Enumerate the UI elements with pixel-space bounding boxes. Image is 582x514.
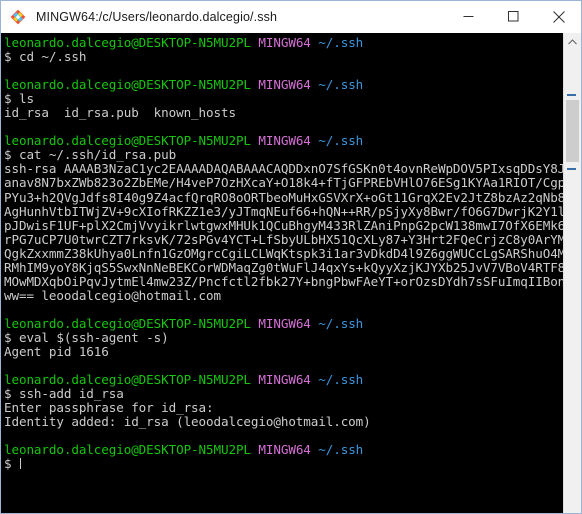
output-text: anav8N7bxZWb823o2ZbEMe/H4veP7OzHXcaY+O18… bbox=[4, 175, 563, 191]
prompt-shell: MINGW64 bbox=[258, 372, 311, 388]
terminal-output-line: QgkZxxmmZ38kUhya0Lnfn1GzOMgrcCgiLCLWqKts… bbox=[4, 245, 563, 261]
output-text: AgHunhVtbITWjZV+9cXIofRKZZ1e3/yJTmqNEuf6… bbox=[4, 203, 563, 219]
terminal-output-line: Identity added: id_rsa (leoodalcegio@hot… bbox=[4, 415, 563, 429]
terminal-command-line: $ eval $(ssh-agent -s) bbox=[4, 329, 563, 345]
terminal-output-line: rPG7uCP7U0twrCZT7rksvK/72sPGv4YCT+LfSbyU… bbox=[4, 231, 563, 247]
terminal-command-line: $ ssh-add id_rsa bbox=[4, 387, 563, 401]
minimize-button[interactable] bbox=[446, 1, 491, 32]
prompt-path: ~/.ssh bbox=[318, 315, 364, 331]
command-text: $ cat ~/.ssh/id_rsa.pub bbox=[4, 147, 177, 163]
terminal-prompt-line: leonardo.dalcegio@DESKTOP-N5MU2PL MINGW6… bbox=[4, 78, 563, 92]
scroll-up-arrow[interactable] bbox=[564, 33, 581, 50]
prompt-shell: MINGW64 bbox=[258, 442, 311, 458]
prompt-user-host: leonardo.dalcegio@DESKTOP-N5MU2PL bbox=[4, 372, 251, 388]
output-text: rPG7uCP7U0twrCZT7rksvK/72sPGv4YCT+LfSbyU… bbox=[4, 231, 563, 247]
terminal-command-line: $ cat ~/.ssh/id_rsa.pub bbox=[4, 148, 563, 162]
scrollbar-mark bbox=[567, 94, 576, 96]
output-text: Enter passphrase for id_rsa: bbox=[4, 400, 214, 416]
command-text: $ ssh-add id_rsa bbox=[4, 386, 124, 402]
terminal-prompt-line: leonardo.dalcegio@DESKTOP-N5MU2PL MINGW6… bbox=[4, 35, 563, 50]
command-text: $ ls bbox=[4, 91, 34, 107]
prompt-path: ~/.ssh bbox=[318, 35, 364, 50]
terminal-window: MINGW64:/c/Users/leonardo.dalcegio/.ssh … bbox=[0, 0, 582, 514]
output-text: RMhIM9yoY8KjqS5SwxNnNeBEKCorWDMaqZg0tWuF… bbox=[4, 259, 563, 275]
window-controls bbox=[446, 1, 581, 32]
scrollbar-mark bbox=[567, 168, 576, 170]
prompt-path: ~/.ssh bbox=[318, 442, 364, 458]
terminal-output-line: ww== leoodalcegio@hotmail.com bbox=[4, 287, 563, 303]
prompt-user-host: leonardo.dalcegio@DESKTOP-N5MU2PL bbox=[4, 133, 251, 149]
prompt-path: ~/.ssh bbox=[318, 133, 364, 149]
terminal-command-line: $ cd ~/.ssh bbox=[4, 50, 563, 64]
output-text: ssh-rsa AAAAB3NzaC1yc2EAAAADAQABAAACAQDD… bbox=[4, 161, 563, 177]
output-text: Identity added: id_rsa (leoodalcegio@hot… bbox=[4, 414, 371, 430]
terminal-output-line: RMhIM9yoY8KjqS5SwxNnNeBEKCorWDMaqZg0tWuF… bbox=[4, 259, 563, 275]
terminal-output-line: Agent pid 1616 bbox=[4, 345, 563, 359]
git-bash-icon bbox=[10, 9, 26, 25]
scrollbar-track[interactable] bbox=[564, 50, 581, 513]
output-text: pJDwisF1UF+plX2CmjVvyikrlwtgwxMHUk1QCuBh… bbox=[4, 217, 563, 233]
prompt-user-host: leonardo.dalcegio@DESKTOP-N5MU2PL bbox=[4, 315, 251, 331]
output-text: PYu3+h2QVgJdfs8I40g9Z4acfQrqRO8oORTbeoMu… bbox=[4, 189, 563, 205]
output-text: ww== leoodalcegio@hotmail.com bbox=[4, 287, 221, 303]
terminal-prompt-line: leonardo.dalcegio@DESKTOP-N5MU2PL MINGW6… bbox=[4, 315, 563, 331]
terminal-output-line: anav8N7bxZWb823o2ZbEMe/H4veP7OzHXcaY+O18… bbox=[4, 176, 563, 190]
prompt-shell: MINGW64 bbox=[258, 35, 311, 50]
terminal-output[interactable]: leonardo.dalcegio@DESKTOP-N5MU2PL MINGW6… bbox=[1, 33, 563, 513]
terminal-output-line: pJDwisF1UF+plX2CmjVvyikrlwtgwxMHUk1QCuBh… bbox=[4, 217, 563, 233]
terminal-body: leonardo.dalcegio@DESKTOP-N5MU2PL MINGW6… bbox=[1, 33, 581, 513]
scrollbar-thumb[interactable] bbox=[566, 100, 579, 162]
terminal-prompt-line: leonardo.dalcegio@DESKTOP-N5MU2PL MINGW6… bbox=[4, 134, 563, 148]
window-title: MINGW64:/c/Users/leonardo.dalcegio/.ssh bbox=[36, 9, 278, 24]
command-text: $ eval $(ssh-agent -s) bbox=[4, 329, 169, 345]
text-cursor bbox=[19, 458, 21, 470]
title-bar[interactable]: MINGW64:/c/Users/leonardo.dalcegio/.ssh bbox=[1, 1, 581, 33]
prompt-shell: MINGW64 bbox=[258, 315, 311, 331]
terminal-output-line: id_rsa id_rsa.pub known_hosts bbox=[4, 106, 563, 120]
maximize-button[interactable] bbox=[491, 1, 536, 32]
output-text: id_rsa id_rsa.pub known_hosts bbox=[4, 105, 236, 121]
prompt-user-host: leonardo.dalcegio@DESKTOP-N5MU2PL bbox=[4, 35, 251, 50]
terminal-output-line: MOwMDXqbOiPqvJytmEl4mw23Z/Pncfctl2fbk27Y… bbox=[4, 273, 563, 289]
terminal-prompt-line: leonardo.dalcegio@DESKTOP-N5MU2PL MINGW6… bbox=[4, 443, 563, 457]
terminal-output-line: Enter passphrase for id_rsa: bbox=[4, 401, 563, 415]
prompt-user-host: leonardo.dalcegio@DESKTOP-N5MU2PL bbox=[4, 77, 251, 93]
prompt-path: ~/.ssh bbox=[318, 77, 364, 93]
prompt-user-host: leonardo.dalcegio@DESKTOP-N5MU2PL bbox=[4, 442, 251, 458]
command-text: $ cd ~/.ssh bbox=[4, 49, 87, 65]
terminal-prompt-line: leonardo.dalcegio@DESKTOP-N5MU2PL MINGW6… bbox=[4, 373, 563, 387]
output-text: MOwMDXqbOiPqvJytmEl4mw23Z/Pncfctl2fbk27Y… bbox=[4, 273, 563, 289]
terminal-output-line: ssh-rsa AAAAB3NzaC1yc2EAAAADAQABAAACAQDD… bbox=[4, 162, 563, 176]
close-button[interactable] bbox=[536, 1, 581, 32]
terminal-input-line[interactable]: $ bbox=[4, 457, 563, 471]
vertical-scrollbar[interactable] bbox=[563, 33, 581, 513]
terminal-command-line: $ ls bbox=[4, 92, 563, 106]
terminal-output-line: AgHunhVtbITWjZV+9cXIofRKZZ1e3/yJTmqNEuf6… bbox=[4, 203, 563, 219]
output-text: QgkZxxmmZ38kUhya0Lnfn1GzOMgrcCgiLCLWqKts… bbox=[4, 245, 563, 261]
prompt-symbol: $ bbox=[4, 456, 19, 472]
output-text: Agent pid 1616 bbox=[4, 344, 109, 360]
terminal-output-line: PYu3+h2QVgJdfs8I40g9Z4acfQrqRO8oORTbeoMu… bbox=[4, 189, 563, 205]
prompt-path: ~/.ssh bbox=[318, 372, 364, 388]
prompt-shell: MINGW64 bbox=[258, 77, 311, 93]
prompt-shell: MINGW64 bbox=[258, 133, 311, 149]
